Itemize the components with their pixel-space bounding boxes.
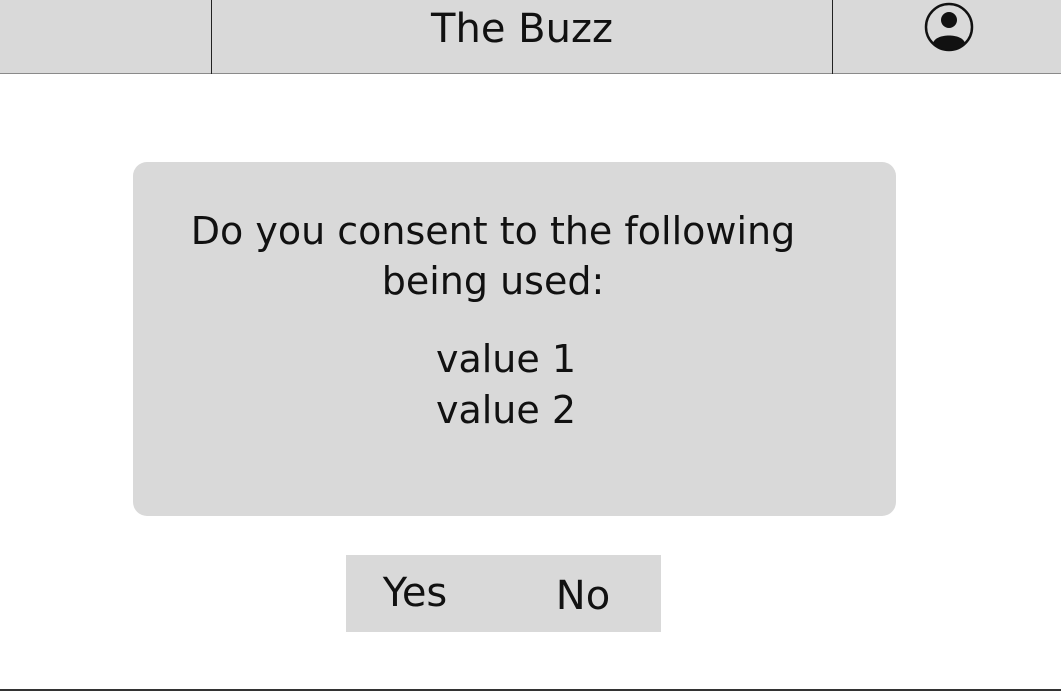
bottom-divider <box>0 689 1061 691</box>
consent-message: Do you consent to the following being us… <box>190 209 796 303</box>
header-divider-right <box>832 0 833 74</box>
app-header: The Buzz <box>0 0 1061 74</box>
consent-dialog: Do you consent to the following being us… <box>133 162 896 516</box>
yes-button[interactable]: Yes <box>366 555 464 632</box>
consent-value-item: value 2 <box>435 388 577 432</box>
user-profile-icon[interactable] <box>924 2 974 52</box>
consent-values-list: value 1 value 2 <box>306 334 706 436</box>
consent-value-item: value 1 <box>435 337 577 381</box>
no-button[interactable]: No <box>538 558 628 635</box>
app-title: The Buzz <box>431 6 613 52</box>
consent-button-group: Yes No <box>346 555 661 632</box>
